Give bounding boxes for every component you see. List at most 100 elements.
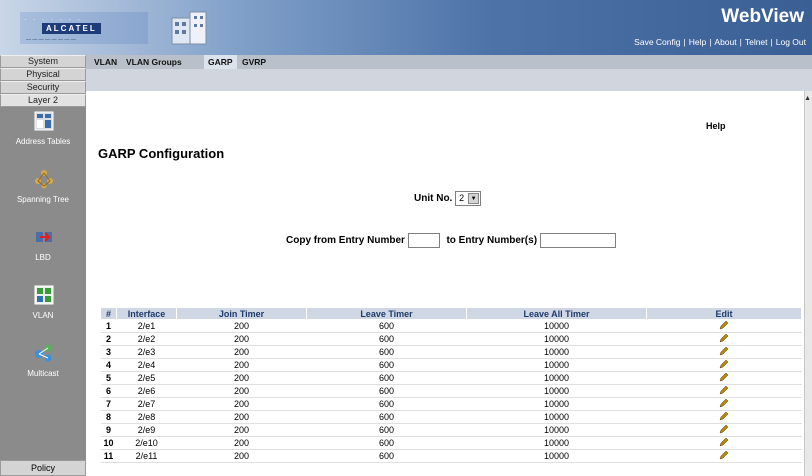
leave-timer-cell: 600	[306, 358, 467, 372]
leave-all-timer-cell: 10000	[466, 358, 647, 372]
sidebar-item-label: LBD	[35, 253, 51, 262]
unit-label: Unit No.	[414, 193, 453, 205]
leave-all-timer-cell: 10000	[466, 423, 647, 437]
edit-pencil-icon[interactable]	[719, 437, 729, 447]
edit-cell	[646, 423, 802, 437]
sidebar-item-vlan[interactable]: VLAN	[0, 281, 86, 339]
copy-row: Copy from Entry Number to Entry Number(s…	[286, 233, 616, 248]
leave-timer-cell: 600	[306, 423, 467, 437]
chevron-down-icon: ▼	[468, 193, 480, 204]
main-content: Help GARP Configuration Unit No. 2 ▼ Cop…	[86, 91, 804, 476]
table-row: 3 2/e3 200 600 10000	[100, 345, 802, 359]
page-title: GARP Configuration	[98, 146, 225, 161]
table-row: 11 2/e11 200 600 10000	[100, 449, 802, 463]
sidebar-item-label: Address Tables	[15, 137, 71, 146]
edit-pencil-icon[interactable]	[719, 385, 729, 395]
leave-all-timer-cell: 10000	[466, 319, 647, 333]
edit-pencil-icon[interactable]	[719, 333, 729, 343]
table-row: 8 2/e8 200 600 10000	[100, 410, 802, 424]
tab-bar: VLAN VLAN Groups GARP GVRP	[86, 55, 812, 69]
edit-pencil-icon[interactable]	[719, 411, 729, 421]
sidebar-tab-security[interactable]: Security	[0, 81, 86, 94]
log-out-link[interactable]: Log Out	[776, 37, 806, 47]
leave-all-timer-cell: 10000	[466, 345, 647, 359]
vertical-scrollbar[interactable]	[804, 91, 812, 476]
interface-cell: 2/e3	[116, 345, 177, 359]
edit-pencil-icon[interactable]	[719, 320, 729, 330]
row-number: 6	[100, 384, 117, 398]
join-timer-cell: 200	[176, 423, 307, 437]
tab-vlan-groups[interactable]: VLAN Groups	[122, 55, 186, 69]
leave-all-timer-cell: 10000	[466, 332, 647, 346]
edit-pencil-icon[interactable]	[719, 450, 729, 460]
sidebar-tab-physical[interactable]: Physical	[0, 68, 86, 81]
join-timer-cell: 200	[176, 371, 307, 385]
sidebar-tab-policy[interactable]: Policy	[0, 460, 86, 476]
interface-cell: 2/e9	[116, 423, 177, 437]
sub-bar	[86, 69, 812, 91]
leave-timer-cell: 600	[306, 449, 467, 463]
row-number: 4	[100, 358, 117, 372]
sidebar-item-address-tables[interactable]: Address Tables	[0, 107, 86, 165]
col-header-number: #	[100, 307, 117, 320]
sidebar-item-multicast[interactable]: Multicast	[0, 339, 86, 397]
leave-timer-cell: 600	[306, 410, 467, 424]
scroll-up-icon[interactable]: ▲	[804, 95, 811, 102]
edit-cell	[646, 384, 802, 398]
unit-select[interactable]: 2 ▼	[455, 191, 482, 206]
edit-pencil-icon[interactable]	[719, 346, 729, 356]
sidebar-tab-layer-2[interactable]: Layer 2	[0, 94, 86, 107]
table-row: 10 2/e10 200 600 10000	[100, 436, 802, 450]
edit-cell	[646, 436, 802, 450]
about-link[interactable]: About	[714, 37, 736, 47]
leave-timer-cell: 600	[306, 332, 467, 346]
leave-timer-cell: 600	[306, 345, 467, 359]
sidebar-item-spanning-tree[interactable]: Spanning Tree	[0, 165, 86, 223]
telnet-link[interactable]: Telnet	[745, 37, 768, 47]
edit-pencil-icon[interactable]	[719, 398, 729, 408]
help-link-page[interactable]: Help	[706, 121, 726, 131]
join-timer-cell: 200	[176, 397, 307, 411]
leave-timer-cell: 600	[306, 319, 467, 333]
leave-all-timer-cell: 10000	[466, 397, 647, 411]
interface-cell: 2/e7	[116, 397, 177, 411]
sidebar-tab-system[interactable]: System	[0, 55, 86, 68]
sidebar-item-label: Spanning Tree	[16, 195, 70, 204]
col-header-leave-all-timer: Leave All Timer	[466, 307, 647, 320]
edit-cell	[646, 319, 802, 333]
sidebar-item-label: Multicast	[27, 369, 59, 378]
edit-cell	[646, 371, 802, 385]
vlan-icon	[34, 285, 54, 305]
spanning-tree-icon	[35, 170, 53, 189]
join-timer-cell: 200	[176, 358, 307, 372]
edit-pencil-icon[interactable]	[719, 424, 729, 434]
tab-garp[interactable]: GARP	[204, 55, 237, 69]
table-row: 6 2/e6 200 600 10000	[100, 384, 802, 398]
help-link[interactable]: Help	[689, 37, 706, 47]
unit-select-value: 2	[459, 193, 465, 203]
address-tables-icon	[34, 111, 54, 131]
interface-cell: 2/e1	[116, 319, 177, 333]
row-number: 5	[100, 371, 117, 385]
edit-cell	[646, 345, 802, 359]
table-row: 2 2/e2 200 600 10000	[100, 332, 802, 346]
leave-timer-cell: 600	[306, 436, 467, 450]
row-number: 1	[100, 319, 117, 333]
join-timer-cell: 200	[176, 449, 307, 463]
edit-pencil-icon[interactable]	[719, 359, 729, 369]
header: · · · · · · · ALCATEL — — — — — — — — We…	[0, 0, 812, 55]
copy-from-label: Copy from Entry Number	[286, 235, 405, 247]
save-config-link[interactable]: Save Config	[634, 37, 680, 47]
col-header-join-timer: Join Timer	[176, 307, 307, 320]
table-row: 7 2/e7 200 600 10000	[100, 397, 802, 411]
row-number: 7	[100, 397, 117, 411]
edit-pencil-icon[interactable]	[719, 372, 729, 382]
alcatel-logo: · · · · · · · ALCATEL — — — — — — — —	[20, 12, 148, 44]
sidebar-item-lbd[interactable]: LBD	[0, 223, 86, 281]
table-row: 4 2/e4 200 600 10000	[100, 358, 802, 372]
tab-gvrp[interactable]: GVRP	[238, 55, 270, 69]
tab-vlan[interactable]: VLAN	[90, 55, 121, 69]
edit-cell	[646, 449, 802, 463]
copy-to-input[interactable]	[539, 233, 616, 248]
copy-from-input[interactable]	[407, 233, 440, 248]
